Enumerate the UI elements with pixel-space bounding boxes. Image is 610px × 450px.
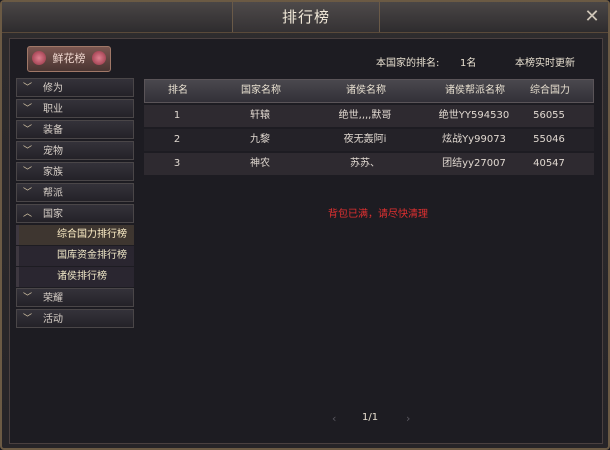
column-header: 诸侯名称 (346, 85, 386, 96)
title-bar: 排行榜 ✕ (2, 2, 608, 33)
rank-cell: 3 (173, 158, 181, 169)
chevron-up-icon: ︿ (23, 209, 33, 219)
close-icon[interactable]: ✕ (582, 7, 602, 27)
flower-ranking-button[interactable]: 鲜花榜 (27, 46, 111, 72)
column-header: 综合国力 (530, 85, 570, 96)
category-guild[interactable]: ﹀ 帮派 (16, 183, 134, 202)
country-name-cell: 九黎 (250, 134, 270, 145)
category-label: 宠物 (43, 146, 63, 157)
category-label: 装备 (43, 125, 63, 136)
table-row[interactable]: 3 神农 苏苏、 团结yy27007 40547 (144, 153, 594, 175)
ranking-table: 排名 国家名称 诸侯名称 诸侯帮派名称 综合国力 1 轩辕 绝世,,,,默哥 绝… (144, 79, 594, 175)
chevron-down-icon: ﹀ (23, 167, 33, 177)
category-label: 荣耀 (43, 293, 63, 304)
category-family[interactable]: ﹀ 家族 (16, 162, 134, 181)
table-row[interactable]: 2 九黎 夜无轰阿i 炫战Yy99073 55046 (144, 129, 594, 151)
power-cell: 40547 (533, 158, 565, 169)
category-cultivation[interactable]: ﹀ 修为 (16, 78, 134, 97)
category-label: 家族 (43, 167, 63, 178)
country-rank-label: 本国家的排名: (376, 58, 440, 69)
vassal-name-cell: 夜无轰阿i (343, 134, 387, 145)
next-arrow-icon[interactable]: › (406, 412, 410, 425)
category-label: 帮派 (43, 188, 63, 199)
power-cell: 55046 (533, 134, 565, 145)
category-country[interactable]: ︿ 国家 (16, 204, 134, 223)
sidebar: 鲜花榜 ﹀ 修为 ﹀ 职业 ﹀ 装备 ﹀ 宠物 ﹀ 家族 ﹀ 帮派 ︿ 国家 综… (13, 42, 135, 440)
bag-full-warning: 背包已满，请尽快清理 (328, 209, 428, 220)
flower-icon (92, 51, 106, 65)
category-equipment[interactable]: ﹀ 装备 (16, 120, 134, 139)
category-label: 修为 (43, 83, 63, 94)
category-profession[interactable]: ﹀ 职业 (16, 99, 134, 118)
power-cell: 56055 (533, 110, 565, 121)
column-header: 排名 (168, 85, 188, 96)
rank-cell: 2 (173, 134, 181, 145)
chevron-down-icon: ﹀ (23, 188, 33, 198)
chevron-down-icon: ﹀ (23, 293, 33, 303)
chevron-down-icon: ﹀ (23, 83, 33, 93)
column-header: 国家名称 (241, 85, 281, 96)
category-label: 职业 (43, 104, 63, 115)
window-body: 鲜花榜 ﹀ 修为 ﹀ 职业 ﹀ 装备 ﹀ 宠物 ﹀ 家族 ﹀ 帮派 ︿ 国家 综… (9, 38, 603, 444)
page-indicator: 1/1 (362, 412, 379, 423)
chevron-down-icon: ﹀ (23, 314, 33, 324)
subcategory-vassal[interactable]: 诸侯排行榜 (16, 267, 134, 287)
category-list: ﹀ 修为 ﹀ 职业 ﹀ 装备 ﹀ 宠物 ﹀ 家族 ﹀ 帮派 ︿ 国家 综合国力排… (16, 78, 134, 330)
pagination: ‹ 1/1 › (332, 412, 428, 428)
window-title: 排行榜 (232, 2, 380, 32)
vassal-name-cell: 苏苏、 (350, 158, 380, 169)
prev-arrow-icon[interactable]: ‹ (332, 412, 336, 425)
category-honor[interactable]: ﹀ 荣耀 (16, 288, 134, 307)
flower-ranking-label: 鲜花榜 (52, 52, 86, 65)
chevron-down-icon: ﹀ (23, 104, 33, 114)
category-pet[interactable]: ﹀ 宠物 (16, 141, 134, 160)
country-rank-value: 1名 (460, 58, 477, 69)
ranking-window: 排行榜 ✕ 鲜花榜 ﹀ 修为 ﹀ 职业 ﹀ 装备 ﹀ 宠物 ﹀ 家族 ﹀ 帮派 … (0, 0, 610, 450)
table-header: 排名 国家名称 诸侯名称 诸侯帮派名称 综合国力 (144, 79, 594, 103)
ranking-content: 本国家的排名: 1名 本榜实时更新 排名 国家名称 诸侯名称 诸侯帮派名称 综合… (140, 42, 598, 440)
subcategory-national-power[interactable]: 综合国力排行榜 (16, 225, 134, 245)
category-label: 国家 (43, 209, 63, 220)
realtime-update-note: 本榜实时更新 (515, 58, 575, 69)
category-label: 活动 (43, 314, 63, 325)
subcategory-treasury[interactable]: 国库资金排行榜 (16, 246, 134, 266)
chevron-down-icon: ﹀ (23, 146, 33, 156)
flower-icon (32, 51, 46, 65)
country-name-cell: 神农 (250, 158, 270, 169)
vassal-name-cell: 绝世,,,,默哥 (338, 110, 392, 121)
table-row[interactable]: 1 轩辕 绝世,,,,默哥 绝世YY594530 56055 (144, 105, 594, 127)
chevron-down-icon: ﹀ (23, 125, 33, 135)
country-name-cell: 轩辕 (250, 110, 270, 121)
rank-cell: 1 (173, 110, 181, 121)
category-activity[interactable]: ﹀ 活动 (16, 309, 134, 328)
